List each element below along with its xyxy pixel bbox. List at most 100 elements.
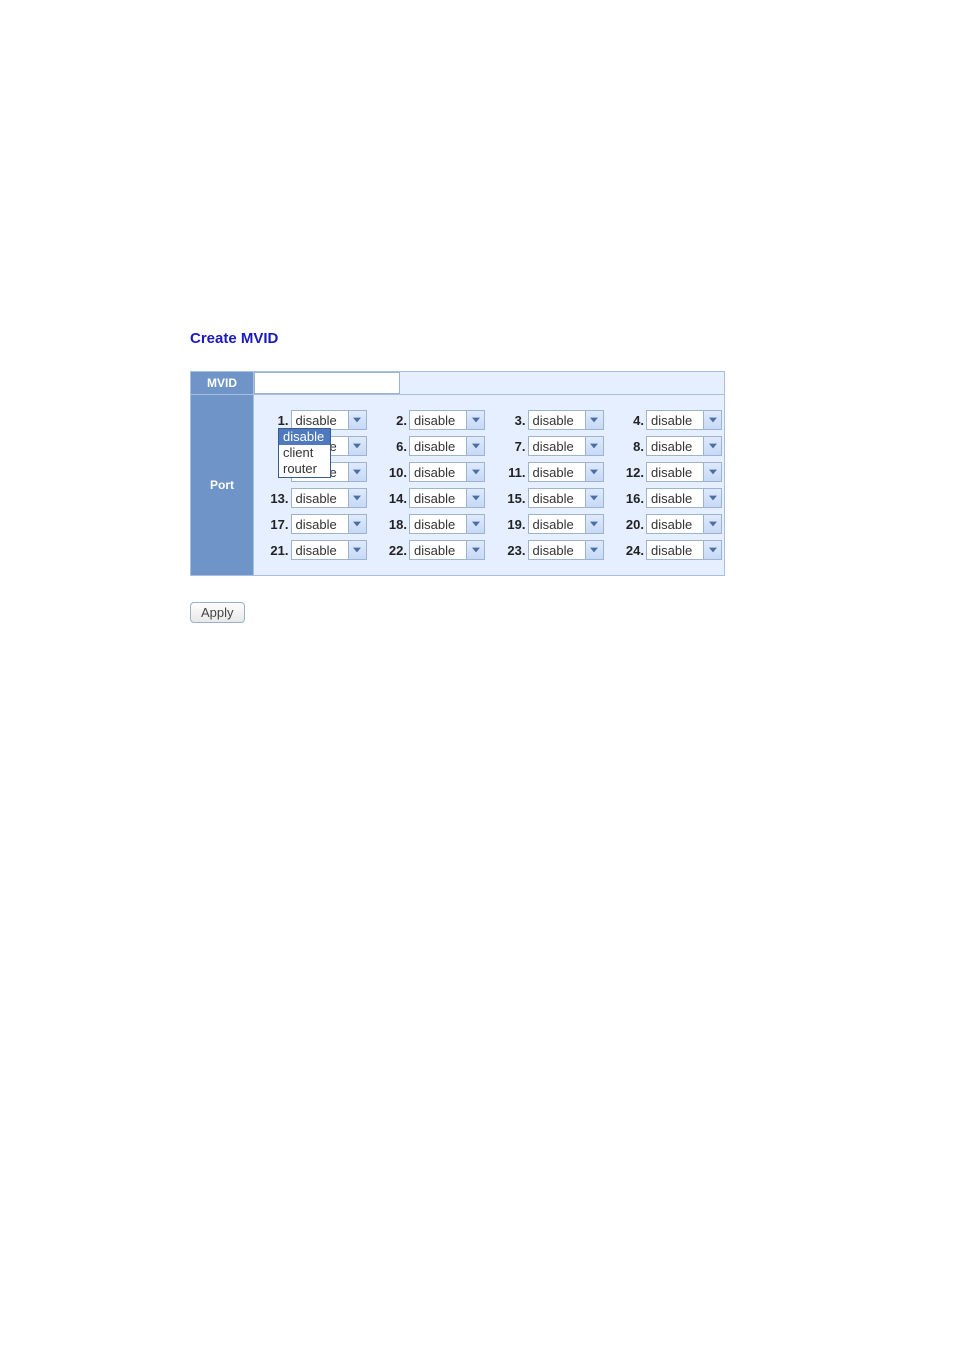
chevron-down-icon[interactable] [703, 541, 721, 559]
port-select-3[interactable]: disable [528, 410, 604, 430]
port-number-label: 4. [624, 413, 644, 428]
chevron-down-icon[interactable] [585, 411, 603, 429]
port-cell-22: 22. disable [375, 540, 486, 560]
port-cell-20: 20.disable [612, 514, 723, 534]
chevron-down-icon[interactable] [466, 515, 484, 533]
chevron-down-icon[interactable] [703, 515, 721, 533]
dropdown-option-router[interactable]: router [279, 461, 330, 477]
port-number-label: 12. [624, 465, 644, 480]
port-cell-11: 11.disable [493, 462, 604, 482]
port-cell-24: 24. disable [612, 540, 723, 560]
chevron-down-icon[interactable] [703, 437, 721, 455]
port-select-20[interactable]: disable [646, 514, 722, 534]
port-cell-18: 18. disable [375, 514, 486, 534]
chevron-down-icon[interactable] [585, 541, 603, 559]
chevron-down-icon[interactable] [585, 437, 603, 455]
chevron-down-icon[interactable] [703, 411, 721, 429]
port-cell: 1.disable2.disable3.disable4.disable5.di… [254, 395, 725, 576]
port-select-10[interactable]: disable [409, 462, 485, 482]
port-select-22[interactable]: disable [409, 540, 485, 560]
chevron-down-icon[interactable] [466, 463, 484, 481]
page-title: Create MVID [190, 330, 750, 347]
port-select-1[interactable]: disable [291, 410, 367, 430]
chevron-down-icon[interactable] [348, 463, 366, 481]
port-number-label: 2. [387, 413, 407, 428]
port-select-18[interactable]: disable [409, 514, 485, 534]
chevron-down-icon[interactable] [348, 515, 366, 533]
port-cell-17: 17.disable [256, 514, 367, 534]
port-select-value: disable [533, 543, 585, 558]
chevron-down-icon[interactable] [703, 489, 721, 507]
port-cell-23: 23. disable [493, 540, 604, 560]
port-select-21[interactable]: disable [291, 540, 367, 560]
port-cell-7: 7. disable [493, 436, 604, 456]
port-select-value: disable [296, 491, 348, 506]
port-select-value: disable [296, 517, 348, 532]
chevron-down-icon[interactable] [466, 437, 484, 455]
port-select-17[interactable]: disable [291, 514, 367, 534]
port-select-value: disable [651, 517, 703, 532]
port-number-label: 23. [506, 543, 526, 558]
port-number-label: 16. [624, 491, 644, 506]
port-select-8[interactable]: disable [646, 436, 722, 456]
chevron-down-icon[interactable] [348, 489, 366, 507]
chevron-down-icon[interactable] [466, 489, 484, 507]
port-number-label: 19. [506, 517, 526, 532]
port-cell-6: 6. disable [375, 436, 486, 456]
port-cell-2: 2.disable [375, 410, 486, 430]
chevron-down-icon[interactable] [585, 515, 603, 533]
port-select-24[interactable]: disable [646, 540, 722, 560]
port-select-23[interactable]: disable [528, 540, 604, 560]
port-select-value: disable [651, 491, 703, 506]
port-cell-12: 12.disable [612, 462, 723, 482]
port-select-6[interactable]: disable [409, 436, 485, 456]
port-select-12[interactable]: disable [646, 462, 722, 482]
port-number-label: 8. [624, 439, 644, 454]
port-select-value: disable [651, 413, 703, 428]
port-number-label: 18. [387, 517, 407, 532]
mvid-input[interactable] [254, 372, 400, 394]
port-select-value: disable [533, 491, 585, 506]
port-select-11[interactable]: disable [528, 462, 604, 482]
port-select-2[interactable]: disable [409, 410, 485, 430]
config-table: MVID Port 1.disable2.disable3.disable4.d… [190, 371, 725, 576]
port-number-label: 22. [387, 543, 407, 558]
port-cell-13: 13. disable [256, 488, 367, 508]
port-select-value: disable [414, 517, 466, 532]
chevron-down-icon[interactable] [466, 411, 484, 429]
port-select-14[interactable]: disable [409, 488, 485, 508]
port-number-label: 21. [269, 543, 289, 558]
port-select-15[interactable]: disable [528, 488, 604, 508]
port-cell-4: 4. disable [612, 410, 723, 430]
port-select-value: disable [414, 439, 466, 454]
port-select-7[interactable]: disable [528, 436, 604, 456]
port-select-dropdown[interactable]: disableclientrouter [278, 428, 331, 478]
chevron-down-icon[interactable] [466, 541, 484, 559]
port-select-value: disable [651, 439, 703, 454]
apply-button[interactable]: Apply [190, 602, 245, 623]
dropdown-option-disable[interactable]: disable [279, 429, 330, 445]
dropdown-option-client[interactable]: client [279, 445, 330, 461]
port-header: Port [191, 395, 254, 576]
port-select-value: disable [533, 413, 585, 428]
chevron-down-icon[interactable] [585, 489, 603, 507]
port-select-16[interactable]: disable [646, 488, 722, 508]
port-number-label: 24. [624, 543, 644, 558]
chevron-down-icon[interactable] [348, 541, 366, 559]
port-select-13[interactable]: disable [291, 488, 367, 508]
port-number-label: 14. [387, 491, 407, 506]
port-number-label: 7. [506, 439, 526, 454]
port-number-label: 6. [387, 439, 407, 454]
chevron-down-icon[interactable] [585, 463, 603, 481]
chevron-down-icon[interactable] [348, 411, 366, 429]
port-select-19[interactable]: disable [528, 514, 604, 534]
port-select-value: disable [414, 543, 466, 558]
chevron-down-icon[interactable] [348, 437, 366, 455]
port-select-4[interactable]: disable [646, 410, 722, 430]
port-cell-10: 10.disable [375, 462, 486, 482]
chevron-down-icon[interactable] [703, 463, 721, 481]
port-number-label: 13. [269, 491, 289, 506]
mvid-header: MVID [191, 372, 254, 395]
port-select-value: disable [533, 439, 585, 454]
port-select-value: disable [651, 543, 703, 558]
